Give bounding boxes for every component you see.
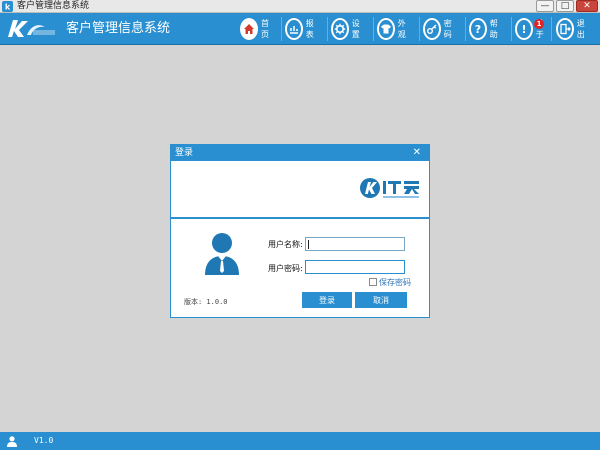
info-icon: ! <box>521 23 526 35</box>
nav-label-exit: 退出 <box>576 19 585 39</box>
nav-label-password: 密码 <box>443 19 452 39</box>
cancel-button[interactable]: 取消 <box>355 292 407 308</box>
nav-item-about[interactable]: ! 1 关于 <box>515 16 548 42</box>
svg-text:!: ! <box>521 23 526 35</box>
app-logo-icon: k <box>2 1 13 12</box>
question-icon: ? <box>475 23 481 35</box>
shirt-icon <box>380 24 391 34</box>
kuaibiao-logo <box>8 20 55 37</box>
status-version: V1.0 <box>34 436 54 445</box>
nav-label-reports: 报表 <box>305 19 314 39</box>
user-avatar-icon <box>205 233 239 275</box>
nav-label-appearance: 外观 <box>397 19 406 39</box>
maximize-button[interactable]: □ <box>556 0 574 12</box>
nav-item-settings[interactable]: 设置 <box>331 16 364 42</box>
nav-item-help[interactable]: ? 帮助 <box>469 16 502 42</box>
user-icon <box>7 436 17 447</box>
dialog-divider <box>171 217 429 219</box>
header-bar: 客户管理信息系统 首页 报表 设置 外观 密码 ? 帮助 ! 1 于 退出 <box>0 13 600 45</box>
nav-label-settings: 设置 <box>351 19 360 39</box>
window-title: 客户管理信息系统 <box>17 1 90 11</box>
username-label: 用户名称: <box>268 240 303 249</box>
text-caret <box>308 240 309 249</box>
dialog-titlebar: 登录 ✕ <box>171 145 429 161</box>
app-title: 客户管理信息系统 <box>66 21 171 36</box>
close-button[interactable]: ✕ <box>576 0 598 12</box>
window-titlebar: k 客户管理信息系统 — □ ✕ <box>0 0 600 13</box>
nav-item-appearance[interactable]: 外观 <box>377 16 410 42</box>
dialog-close-button[interactable]: ✕ <box>413 147 421 158</box>
window-controls: — □ ✕ <box>534 0 598 12</box>
nav-label-home: 首页 <box>261 19 269 39</box>
report-icon <box>289 26 298 34</box>
exit-icon <box>560 23 571 35</box>
nav-item-password[interactable]: 密码 <box>423 16 456 42</box>
nav-label-help: 帮助 <box>489 19 498 39</box>
status-bar: V1.0 <box>0 432 600 450</box>
dialog-version-label: 版本: 1.0.0 <box>184 298 228 306</box>
key-icon <box>426 24 437 34</box>
minimize-button[interactable]: — <box>536 0 554 12</box>
nav-item-reports[interactable]: 报表 <box>285 16 318 42</box>
password-label: 用户密码: <box>268 264 303 273</box>
dialog-title: 登录 <box>175 148 194 158</box>
remember-password-checkbox[interactable] <box>369 278 377 286</box>
remember-password-label[interactable]: 保存密码 <box>379 278 411 287</box>
password-input[interactable] <box>305 260 405 274</box>
nav-item-home[interactable]: 首页 <box>240 16 273 42</box>
login-dialog: 登录 ✕ 用户名称: 用户密码: 保存密码 版本: 1.0.0 登录 取消 <box>170 144 430 318</box>
gear-icon <box>334 23 346 35</box>
notification-badge: 1 <box>534 19 544 29</box>
nav-item-exit[interactable]: 退出 <box>556 16 589 42</box>
username-input[interactable] <box>305 237 405 251</box>
kuaibiao-dialog-logo <box>360 178 419 198</box>
svg-text:k: k <box>5 3 11 12</box>
home-icon <box>244 24 254 34</box>
login-button[interactable]: 登录 <box>302 292 352 308</box>
svg-text:?: ? <box>475 23 481 35</box>
